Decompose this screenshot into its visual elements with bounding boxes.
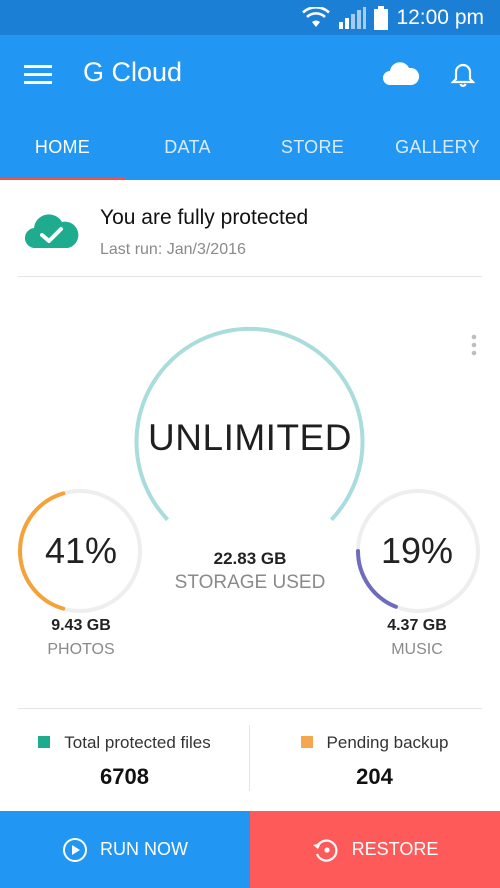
pending-backup-label: Pending backup <box>326 733 449 752</box>
protected-legend-swatch <box>38 735 51 748</box>
divider <box>18 708 482 709</box>
run-now-label: RUN NOW <box>100 839 188 859</box>
protected-files-stat: Total protected files 6708 <box>0 725 249 805</box>
protected-files-count: 6708 <box>100 764 149 789</box>
photos-size: 9.43 GB <box>51 617 111 634</box>
music-size: 4.37 GB <box>387 617 447 634</box>
pending-backup-stat: Pending backup 204 <box>250 725 499 805</box>
storage-gauges <box>18 326 480 613</box>
restore-label: RESTORE <box>351 839 439 859</box>
storage-used-label: STORAGE USED <box>174 572 326 593</box>
restore-button[interactable]: RESTORE <box>250 811 500 888</box>
run-now-button[interactable]: RUN NOW <box>0 811 250 888</box>
pending-backup-count: 204 <box>356 764 393 789</box>
photos-percent: 41% <box>44 530 118 571</box>
storage-plan-label: UNLIMITED <box>148 417 352 458</box>
storage-used-value: 22.83 GB <box>213 549 287 568</box>
music-label: MUSIC <box>391 641 443 658</box>
play-circle-icon <box>63 837 87 862</box>
photos-label: PHOTOS <box>47 641 115 658</box>
pending-legend-swatch <box>300 735 313 748</box>
restore-icon <box>312 838 338 862</box>
music-percent: 19% <box>380 530 454 571</box>
protected-files-label: Total protected files <box>64 733 211 752</box>
